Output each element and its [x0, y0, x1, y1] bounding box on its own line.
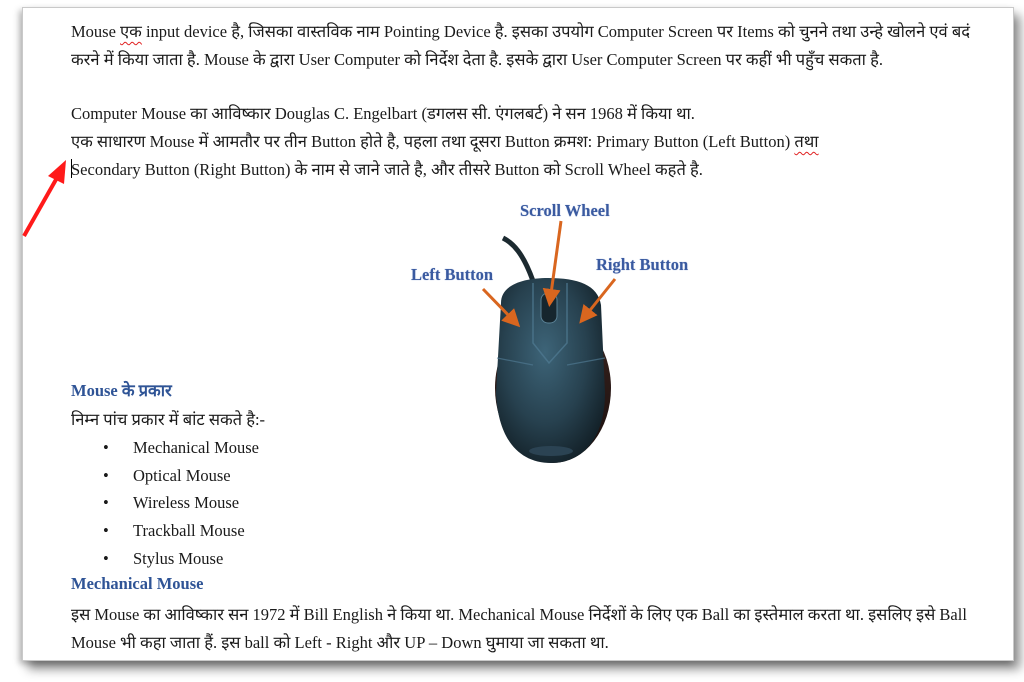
list-item-text: Wireless Mouse [133, 493, 240, 513]
text: एक साधारण Mouse में आमतौर पर तीन Button … [71, 132, 795, 151]
list-item: • Wireless Mouse [95, 489, 259, 517]
bullet-icon: • [103, 548, 109, 568]
mouse-types-list: • Mechanical Mouse • Optical Mouse • Wirele… [95, 434, 259, 573]
label-left-button: Left Button [411, 265, 494, 284]
label-right-button: Right Button [596, 255, 689, 274]
text: Secondary Button (Right Button) के नाम स… [71, 159, 703, 179]
text: Mouse [71, 22, 121, 41]
list-item-text: Stylus Mouse [133, 548, 224, 568]
paragraph-intro: Mouse एक input device है, जिसका वास्तविक… [71, 18, 991, 73]
paragraph-buttons: एक साधारण Mouse में आमतौर पर तीन Button … [71, 128, 991, 183]
spellcheck-word[interactable]: तथा [794, 132, 818, 151]
bullet-icon: • [103, 521, 109, 541]
mouse-cable [501, 235, 536, 282]
list-item: • Optical Mouse [95, 462, 259, 490]
bullet-icon: • [103, 493, 109, 513]
bullet-icon: • [103, 465, 109, 485]
mouse-types-intro: निम्न पांच प्रकार में बांट सकते है:- [71, 410, 266, 429]
annotation-arrow-icon [22, 160, 66, 237]
list-item-text: Optical Mouse [133, 465, 231, 485]
list-item: • Mechanical Mouse [95, 434, 259, 462]
text: input device है, जिसका वास्तविक नाम Poin… [71, 22, 970, 69]
list-item-text: Trackball Mouse [133, 521, 245, 541]
label-scroll-wheel: Scroll Wheel [520, 201, 610, 220]
list-item-text: Mechanical Mouse [133, 438, 259, 457]
heading-mouse-types: Mouse के प्रकार [71, 381, 172, 400]
list-item: • Trackball Mouse [95, 517, 259, 545]
document-page[interactable]: Mouse एक input device है, जिसका वास्तविक… [22, 7, 1014, 661]
paragraph-mechanical-mouse: इस Mouse का आविष्कार सन 1972 में Bill En… [71, 605, 967, 652]
heading-mechanical-mouse: Mechanical Mouse [71, 574, 204, 593]
spellcheck-word[interactable]: एक [120, 22, 142, 41]
list-item: • Stylus Mouse [95, 545, 259, 573]
bullet-icon: • [103, 438, 109, 457]
paragraph-inventor: Computer Mouse का आविष्कार Douglas C. En… [71, 104, 695, 123]
